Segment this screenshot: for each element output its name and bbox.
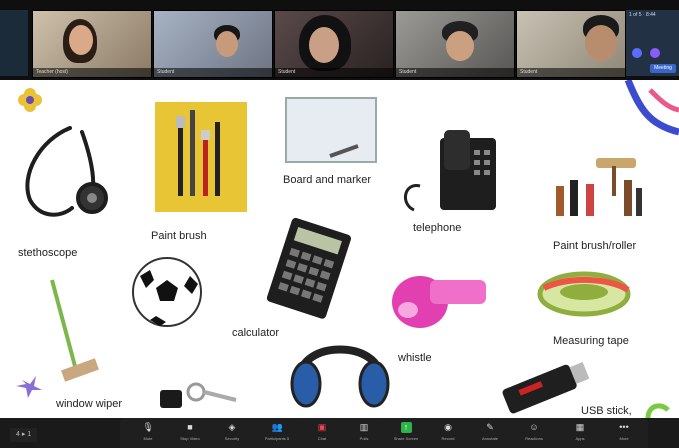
meeting-button[interactable]: Meeting: [650, 64, 676, 73]
side-panel-right: 1 of 5 · 8:44 Meeting: [626, 10, 679, 76]
share-screen-button[interactable]: ↑ Share Screen: [386, 420, 426, 446]
meeting-toolbar: 🎙 Mute ■ Stop Video ◈ Security 👥 Partici…: [120, 418, 648, 448]
participant-tile-4[interactable]: Student: [395, 10, 515, 78]
participant-name: Teacher (host): [33, 68, 151, 77]
label-measuring-tape: Measuring tape: [553, 335, 629, 347]
record-button[interactable]: ◉ Record: [428, 420, 468, 446]
panel-title: 1 of 5 · 8:44: [629, 12, 656, 18]
label-telephone: telephone: [413, 222, 462, 234]
participants-count: 5: [286, 436, 290, 441]
headphones-icon: [290, 345, 390, 408]
usb-stick-icon: [502, 361, 590, 414]
calculator-icon: [266, 217, 351, 319]
record-label: Record: [441, 436, 455, 441]
stethoscope-icon: [25, 126, 108, 217]
apps-label: Apps: [575, 436, 585, 441]
participant-name: Student: [275, 68, 393, 77]
page-indicator[interactable]: 4 ▸ 1: [10, 428, 38, 442]
window-wiper-icon: [50, 279, 99, 382]
shared-slide: stethoscope Paint brush Board and marker…: [0, 80, 679, 418]
star-decoration: [16, 376, 42, 398]
apps-button[interactable]: ▦ Apps: [560, 420, 600, 446]
security-label: Security: [224, 436, 240, 441]
microphone-icon: 🎙: [142, 422, 154, 432]
security-button[interactable]: ◈ Security: [212, 420, 252, 446]
shield-icon: ◈: [228, 422, 236, 432]
participant-tile-3[interactable]: Student: [274, 10, 394, 78]
annotate-label: Annotate: [481, 436, 498, 441]
soccer-ball-icon: [132, 257, 202, 327]
participants-label: Participants 5: [264, 436, 290, 441]
flower-decoration: [18, 88, 42, 112]
annotate-button[interactable]: ✎ Annotate: [470, 420, 510, 446]
people-icon: 👥: [271, 422, 283, 432]
video-gallery: Teacher (host) Student Student Student S…: [0, 0, 679, 80]
label-usb-stick: USB stick,: [581, 405, 632, 417]
whiteboard-icon: [285, 97, 377, 163]
whistle-icon: [392, 276, 486, 328]
car-keys-icon: [160, 382, 237, 408]
share-screen-icon: ↑: [400, 422, 412, 433]
stop-video-label: Stop Video: [180, 436, 200, 441]
apps-icon: ▦: [575, 422, 585, 432]
chat-bubble-icon: ▣: [317, 422, 327, 432]
measuring-tape-icon: [537, 271, 631, 317]
avatar: [650, 48, 660, 58]
label-stethoscope: stethoscope: [18, 247, 78, 259]
label-board-and-marker: Board and marker: [283, 174, 372, 186]
side-panel-left[interactable]: [0, 10, 28, 76]
chat-button[interactable]: ▣ Chat: [302, 420, 342, 446]
more-icon: •••: [619, 422, 629, 432]
participant-tile-2[interactable]: Student: [153, 10, 273, 78]
participant-tile-1[interactable]: Teacher (host): [32, 10, 152, 78]
label-whistle: whistle: [398, 352, 432, 364]
paint-brush-icon: [155, 102, 247, 212]
bar-chart-icon: ▥: [359, 422, 369, 432]
label-paint-brush-roller: Paint brush/roller: [553, 240, 637, 252]
mute-label: Mute: [143, 436, 153, 441]
chat-label: Chat: [317, 436, 327, 441]
mute-button[interactable]: 🎙 Mute: [128, 420, 168, 446]
telephone-icon: [404, 130, 496, 212]
reactions-label: Reactions: [525, 436, 543, 441]
participant-name: Student: [517, 68, 625, 77]
more-button[interactable]: ••• More: [604, 420, 644, 446]
curve-decoration: [645, 403, 670, 418]
avatar: [632, 48, 642, 58]
participant-name: Student: [396, 68, 514, 77]
participants-button[interactable]: 👥 Participants 5: [254, 420, 300, 446]
label-calculator: calculator: [232, 327, 280, 339]
participant-tile-5[interactable]: Student: [516, 10, 626, 78]
pencil-icon: ✎: [486, 422, 494, 432]
paint-roller-icon: [556, 158, 642, 216]
video-camera-icon: ■: [187, 422, 193, 432]
share-screen-label: Share Screen: [393, 436, 419, 441]
polls-label: Polls: [359, 436, 369, 441]
label-window-wiper: window wiper: [56, 398, 123, 410]
more-label: More: [619, 436, 629, 441]
participant-name: Student: [154, 68, 272, 77]
label-paint-brush: Paint brush: [151, 230, 207, 242]
record-icon: ◉: [444, 422, 452, 432]
smile-icon: ☺: [529, 422, 539, 432]
stop-video-button[interactable]: ■ Stop Video: [170, 420, 210, 446]
reactions-button[interactable]: ☺ Reactions: [512, 420, 556, 446]
polls-button[interactable]: ▥ Polls: [344, 420, 384, 446]
